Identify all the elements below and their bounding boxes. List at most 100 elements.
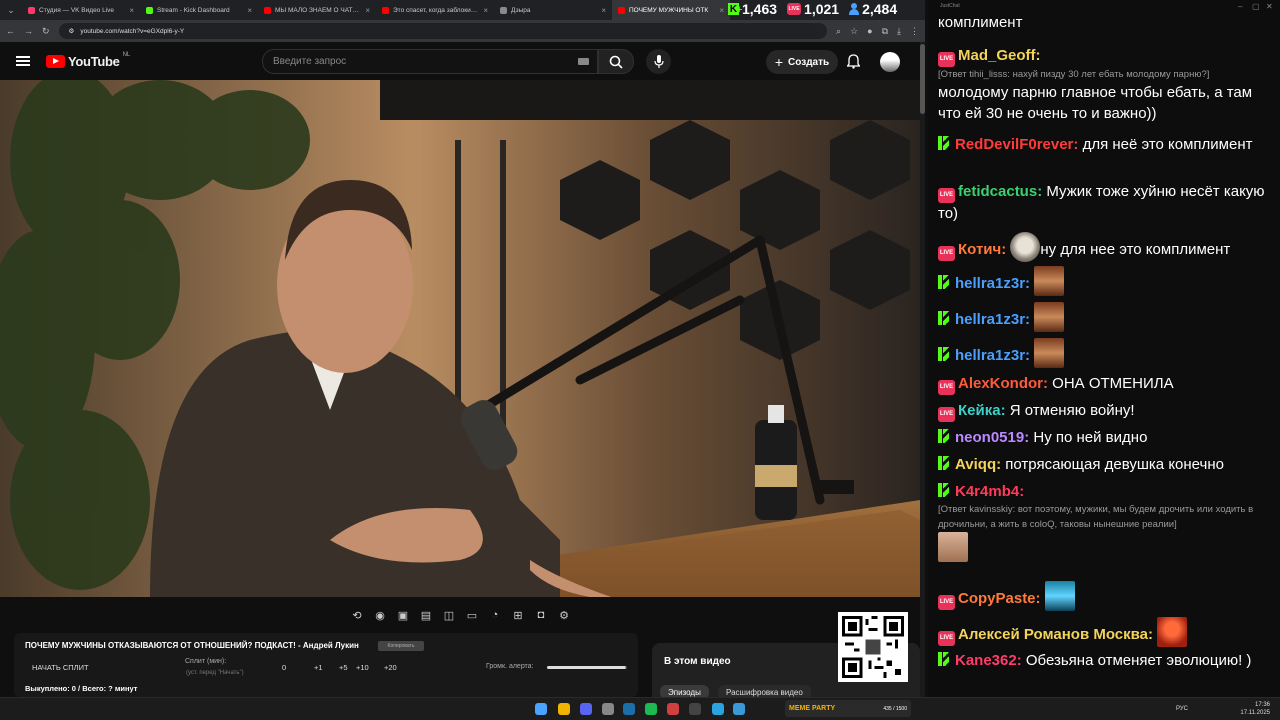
theater-mode-icon[interactable]: ▭ [463,608,481,622]
clock-date[interactable]: 17.11.2025 [1240,709,1270,717]
profile-dot-icon[interactable]: ● [867,26,872,36]
back-icon[interactable]: ← [6,26,15,36]
chat-username[interactable]: Котич: [958,241,1006,258]
split-minutes-input[interactable]: 0 [282,663,286,672]
page-scrollbar-thumb[interactable] [920,44,925,114]
forward-icon[interactable]: → [24,26,33,36]
browser-tab[interactable]: Это спасет, когда заблокируют × [376,0,494,20]
spotify-icon[interactable] [645,703,657,715]
browser-tab[interactable]: МЫ МАЛО ЗНАЕМ О ЧАТРУЛЕ × [258,0,376,20]
chat-panel: JustChat – ▢ ✕ комплимент LIVE Mad_Geoff: … [928,0,1280,697]
speed-gauge-icon[interactable]: ◔ [486,608,504,622]
site-info-icon[interactable]: ⚙ [69,27,75,35]
kick-platform-icon [938,347,950,361]
tab-search-icon[interactable]: ⌄ [0,0,22,20]
chat-username[interactable]: AlexKondor: [958,375,1048,392]
tab-favicon-icon [264,6,271,14]
chat-username[interactable]: hellra1z3r: [955,311,1030,328]
bookmark-star-icon[interactable]: ☆ [850,26,858,37]
chat-username[interactable]: Кейка: [958,402,1006,419]
chat-message: Aviqq: потрясающая девушка конечно [938,454,1274,475]
youtube-logo[interactable]: YouTube NL [46,52,130,69]
chat-username[interactable]: Aviqq: [955,456,1001,473]
broadcast-icon[interactable]: ◉ [371,608,389,622]
browser-tab[interactable]: Дзыра × [494,0,612,20]
copy-title-button[interactable]: Копировать [378,641,424,651]
tab-favicon-icon [500,6,507,14]
split-minutes-label: Сплит (мин): [185,658,227,665]
add-20-minutes-button[interactable]: +20 [384,663,397,672]
qr-code-image [838,612,908,682]
download-icon[interactable]: ⤓ [897,26,901,37]
telegram-icon[interactable] [712,703,724,715]
terminal-icon[interactable] [689,703,701,715]
clock-time[interactable]: 17:36 [1240,701,1270,709]
tab-close-icon[interactable]: × [601,6,606,15]
screenshot-camera-icon[interactable]: ◘ [532,608,550,622]
windows-start-icon[interactable] [535,703,547,715]
menu-icon[interactable] [16,56,30,66]
tab-close-icon[interactable]: × [247,6,252,15]
chat-username[interactable]: Kane362: [955,652,1022,669]
chat-username[interactable]: Алексей Романов Москва: [958,626,1153,643]
alert-volume-slider[interactable] [547,666,627,669]
tab-close-icon[interactable]: × [365,6,370,15]
obs-icon[interactable] [602,703,614,715]
search-button[interactable] [598,49,634,74]
keyboard-icon[interactable] [578,58,589,65]
browser-tab[interactable]: Студия — VK Видео Live × [22,0,140,20]
chat-username[interactable]: K4r4mb4: [955,483,1024,500]
voice-search-button[interactable] [646,49,671,74]
chat-message-text: ну для нее это комплимент [1040,241,1231,258]
search-input[interactable]: Введите запрос [262,49,598,74]
add-10-minutes-button[interactable]: +10 [356,663,369,672]
chat-username[interactable]: RedDevilF0rever: [955,136,1078,153]
menu-dots-icon[interactable]: ⋮ [910,26,919,37]
add-1-minute-button[interactable]: +1 [314,663,323,672]
alert-volume-label: Громк. алерта: [486,663,534,670]
add-clip-icon[interactable]: ⊞ [509,608,527,622]
create-button[interactable]: + Создать [766,50,838,74]
settings-gear-icon[interactable]: ⚙ [555,608,573,622]
clapper-icon[interactable]: ▤ [417,608,435,622]
chat-username[interactable]: neon0519: [955,429,1029,446]
close-icon[interactable]: ✕ [1266,2,1273,11]
browser-tab[interactable]: ПОЧЕМУ МУЖЧИНЫ ОТК × [612,0,730,20]
system-tray: РУС 17:36 17.11.2025 [1176,701,1270,717]
chrome-icon[interactable] [558,703,570,715]
vk-live-platform-icon: LIVE [938,52,955,67]
start-split-button[interactable]: НАЧАТЬ СПЛИТ [32,663,89,672]
chat-username[interactable]: hellra1z3r: [955,275,1030,292]
person-icon [849,3,860,15]
tab-close-icon[interactable]: × [129,6,134,15]
discord-icon[interactable] [580,703,592,715]
meme-party-widget[interactable]: MEME PARTY 435 / 1500 [785,700,911,717]
maximize-icon[interactable]: ▢ [1252,2,1260,11]
tab-close-icon[interactable]: × [483,6,488,15]
app-icon[interactable] [667,703,679,715]
chat-username[interactable]: fetidcactus: [958,183,1042,200]
chat-username[interactable]: hellra1z3r: [955,347,1030,364]
chat-username[interactable]: CopyPaste: [958,590,1041,607]
vscode-icon[interactable] [733,703,745,715]
vk-live-platform-icon: LIVE [938,246,955,261]
zoom-icon[interactable]: ⌕ [836,26,841,37]
extensions-icon[interactable]: ⧉ [882,26,888,37]
loop-icon[interactable]: ⟲ [348,608,366,622]
camera-switch-icon[interactable]: ▣ [394,608,412,622]
chat-username[interactable]: Mad_Geoff: [958,47,1041,64]
meme-party-label: MEME PARTY [789,705,836,712]
reload-icon[interactable]: ↻ [42,26,50,37]
browser-tab[interactable]: Stream - Kick Dashboard × [140,0,258,20]
url-field[interactable]: ⚙ youtube.com/watch?v=eGXdpl6-y-Y [58,23,828,39]
add-5-minutes-button[interactable]: +5 [339,663,348,672]
tab-close-icon[interactable]: × [719,6,724,15]
language-indicator[interactable]: РУС [1176,705,1188,713]
video-player[interactable] [0,80,920,597]
steam-icon[interactable] [623,703,635,715]
minimize-icon[interactable]: – [1238,2,1242,11]
account-avatar[interactable] [880,52,900,72]
notifications-bell-icon[interactable] [847,54,860,69]
picture-in-picture-icon[interactable]: ◫ [440,608,458,622]
page-scrollbar[interactable] [920,42,925,697]
